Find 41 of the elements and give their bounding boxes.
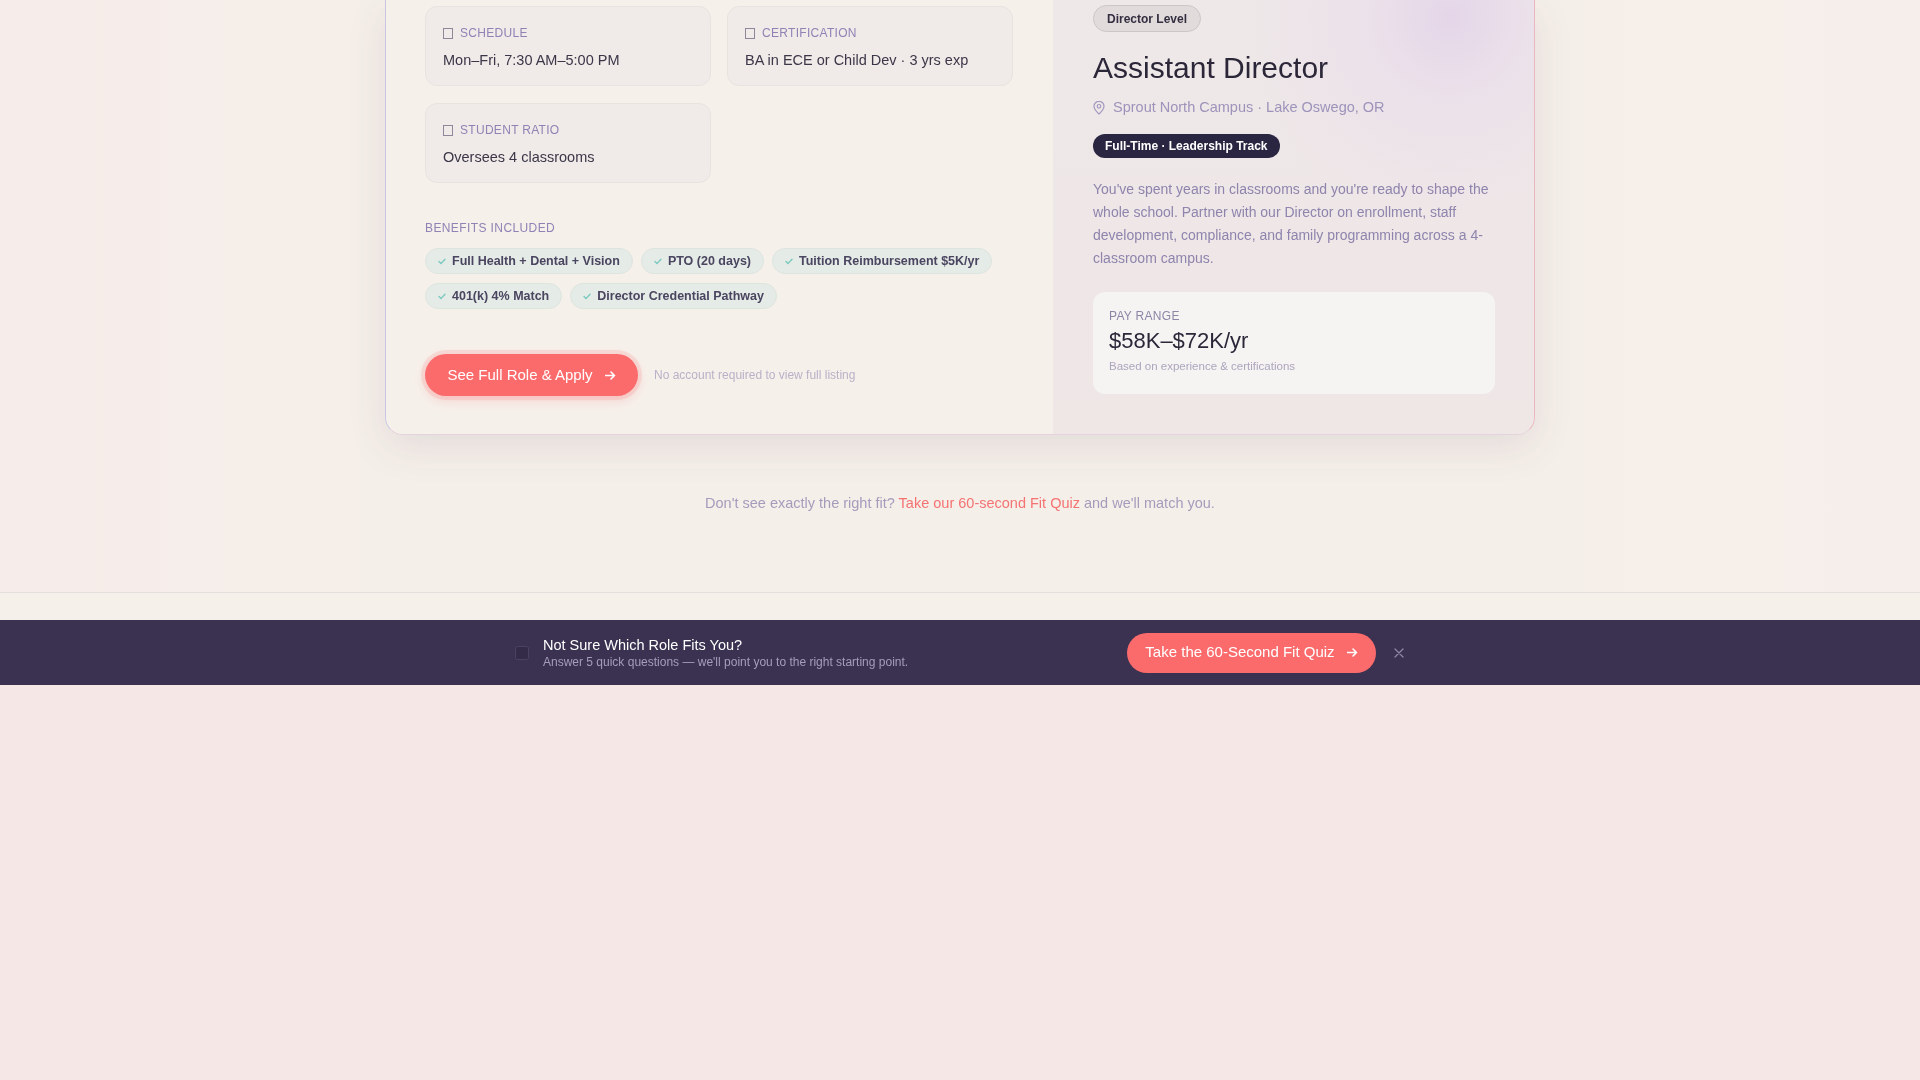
job-description: You've spent years in classrooms and you're ready to shape the whole school. Partner with our Director on enrollment, staff development, compliance, and family programming across a 4-classroom campus. xyxy=(1093,179,1490,268)
benefit-label: Tuition Reimbursement $5K/yr xyxy=(799,252,980,270)
arrow-right-icon xyxy=(604,370,616,380)
apply-note: No account required to view full listing xyxy=(654,367,856,384)
check-icon xyxy=(438,257,446,265)
banner-subtitle: Answer 5 quick questions — we'll point you to the right starting point. xyxy=(543,653,909,670)
square-icon xyxy=(443,124,453,136)
detail-label: SCHEDULE xyxy=(460,27,528,39)
pay-note: Based on experience & certifications xyxy=(1109,358,1296,374)
job-title: Assistant Director xyxy=(1093,50,1329,86)
quiz-button[interactable]: Take the 60-Second Fit Quiz xyxy=(1127,632,1376,673)
detail-value: BA in ECE or Child Dev · 3 yrs exp xyxy=(745,51,969,70)
square-icon xyxy=(515,645,529,660)
detail-value: Mon–Fri, 7:30 AM–5:00 PM xyxy=(443,51,620,70)
close-button[interactable] xyxy=(1393,646,1405,659)
banner-title: Not Sure Which Role Fits You? xyxy=(543,635,744,654)
fit-quiz-link[interactable]: Take our 60-second Fit Quiz xyxy=(898,495,1080,511)
benefit-label: PTO (20 days) xyxy=(667,252,751,270)
square-icon xyxy=(745,27,755,39)
check-icon xyxy=(438,292,446,300)
arrow-right-icon xyxy=(1346,648,1358,657)
benefit-label: Director Credential Pathway xyxy=(597,287,764,305)
detail-label: STUDENT RATIO xyxy=(460,124,560,136)
benefit-label: Full Health + Dental + Vision xyxy=(452,252,620,270)
level-badge: Director Level xyxy=(1093,5,1202,32)
benefits-heading: BENEFITS INCLUDED xyxy=(425,221,556,235)
detail-label: CERTIFICATION xyxy=(762,27,857,39)
check-icon xyxy=(583,292,592,300)
pay-label: PAY RANGE xyxy=(1109,308,1180,323)
location-text: Sprout North Campus · Lake Oswego, OR xyxy=(1113,98,1385,117)
pay-amount: $58K–$72K/yr xyxy=(1109,327,1249,354)
fit-prompt-text: Don't see exactly the right fit? Take our 60-second Fit Quiz and we'll match you. xyxy=(705,494,1215,513)
detail-value: Oversees 4 classrooms xyxy=(443,148,595,167)
employment-tag: Full-Time · Leadership Track xyxy=(1093,133,1280,158)
check-icon xyxy=(785,257,793,265)
check-icon xyxy=(653,257,662,265)
square-icon xyxy=(443,27,453,39)
location-pin-icon xyxy=(1093,100,1105,115)
close-icon xyxy=(1394,647,1404,658)
benefit-label: 401(k) 4% Match xyxy=(452,287,550,305)
apply-button[interactable]: See Full Role & Apply xyxy=(425,354,638,396)
